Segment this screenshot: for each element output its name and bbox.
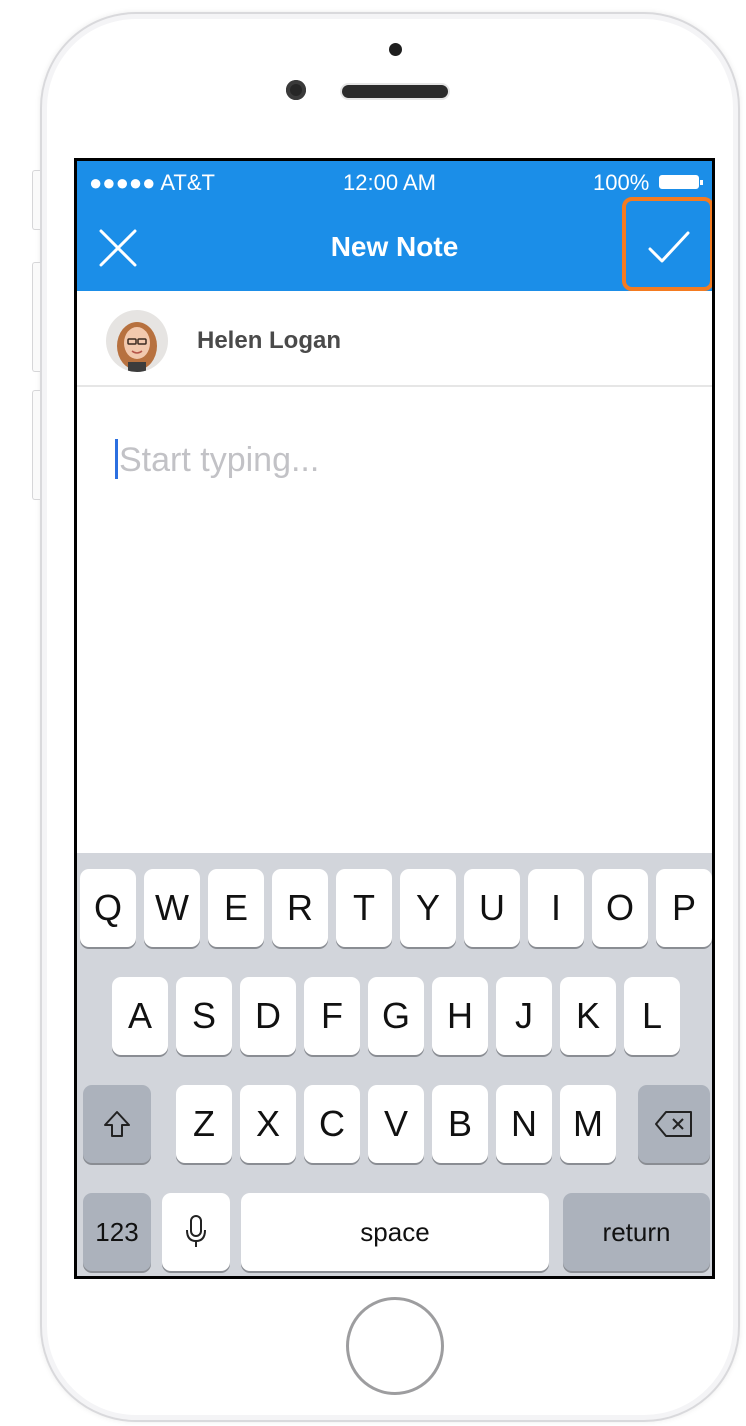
space-key[interactable]: space bbox=[241, 1193, 549, 1271]
return-key[interactable]: return bbox=[563, 1193, 710, 1271]
volume-down-button bbox=[32, 390, 40, 500]
front-camera bbox=[286, 80, 306, 100]
author-name: Helen Logan bbox=[197, 327, 342, 354]
avatar bbox=[106, 310, 168, 372]
key-a[interactable]: A bbox=[112, 977, 168, 1055]
person-photo-icon bbox=[117, 322, 157, 372]
key-x[interactable]: X bbox=[240, 1085, 296, 1163]
screen: ●●●●● AT&T 12:00 AM 100% New Note Helen … bbox=[74, 158, 715, 1279]
volume-up-button bbox=[32, 262, 40, 372]
key-l[interactable]: L bbox=[624, 977, 680, 1055]
home-button[interactable] bbox=[346, 1297, 444, 1395]
key-u[interactable]: U bbox=[464, 869, 520, 947]
key-r[interactable]: R bbox=[272, 869, 328, 947]
delete-key[interactable] bbox=[638, 1085, 710, 1163]
key-y[interactable]: Y bbox=[400, 869, 456, 947]
key-d[interactable]: D bbox=[240, 977, 296, 1055]
key-q[interactable]: Q bbox=[80, 869, 136, 947]
clock: 12:00 AM bbox=[343, 170, 436, 195]
key-t[interactable]: T bbox=[336, 869, 392, 947]
key-m[interactable]: M bbox=[560, 1085, 616, 1163]
key-s[interactable]: S bbox=[176, 977, 232, 1055]
nav-bar: New Note bbox=[77, 197, 712, 291]
status-bar: ●●●●● AT&T 12:00 AM 100% bbox=[77, 161, 712, 201]
key-e[interactable]: E bbox=[208, 869, 264, 947]
key-p[interactable]: P bbox=[656, 869, 712, 947]
mute-switch bbox=[32, 170, 40, 230]
key-z[interactable]: Z bbox=[176, 1085, 232, 1163]
key-i[interactable]: I bbox=[528, 869, 584, 947]
key-h[interactable]: H bbox=[432, 977, 488, 1055]
note-input[interactable] bbox=[119, 435, 679, 485]
save-note-button[interactable] bbox=[622, 197, 712, 291]
microphone-icon bbox=[186, 1215, 206, 1247]
key-n[interactable]: N bbox=[496, 1085, 552, 1163]
dictation-key[interactable] bbox=[162, 1193, 230, 1271]
shift-key[interactable] bbox=[83, 1085, 151, 1163]
note-area[interactable] bbox=[77, 389, 712, 849]
checkmark-icon bbox=[648, 231, 690, 263]
shift-icon bbox=[104, 1111, 130, 1137]
keyboard: Q W E R T Y U I O P A S D F G H J K L Z … bbox=[77, 853, 712, 1276]
key-b[interactable]: B bbox=[432, 1085, 488, 1163]
text-caret bbox=[115, 439, 118, 479]
backspace-icon bbox=[655, 1111, 692, 1137]
numbers-key[interactable]: 123 bbox=[83, 1193, 151, 1271]
key-g[interactable]: G bbox=[368, 977, 424, 1055]
carrier-label: ●●●●● AT&T bbox=[89, 170, 215, 195]
key-v[interactable]: V bbox=[368, 1085, 424, 1163]
earpiece-speaker bbox=[342, 85, 448, 98]
battery-icon bbox=[659, 175, 703, 189]
page-title: New Note bbox=[330, 231, 459, 262]
key-c[interactable]: C bbox=[304, 1085, 360, 1163]
proximity-sensor bbox=[389, 43, 402, 56]
key-w[interactable]: W bbox=[144, 869, 200, 947]
key-o[interactable]: O bbox=[592, 869, 648, 947]
key-f[interactable]: F bbox=[304, 977, 360, 1055]
author-row: Helen Logan bbox=[77, 291, 712, 387]
key-k[interactable]: K bbox=[560, 977, 616, 1055]
battery-percent: 100% bbox=[593, 170, 650, 195]
key-j[interactable]: J bbox=[496, 977, 552, 1055]
